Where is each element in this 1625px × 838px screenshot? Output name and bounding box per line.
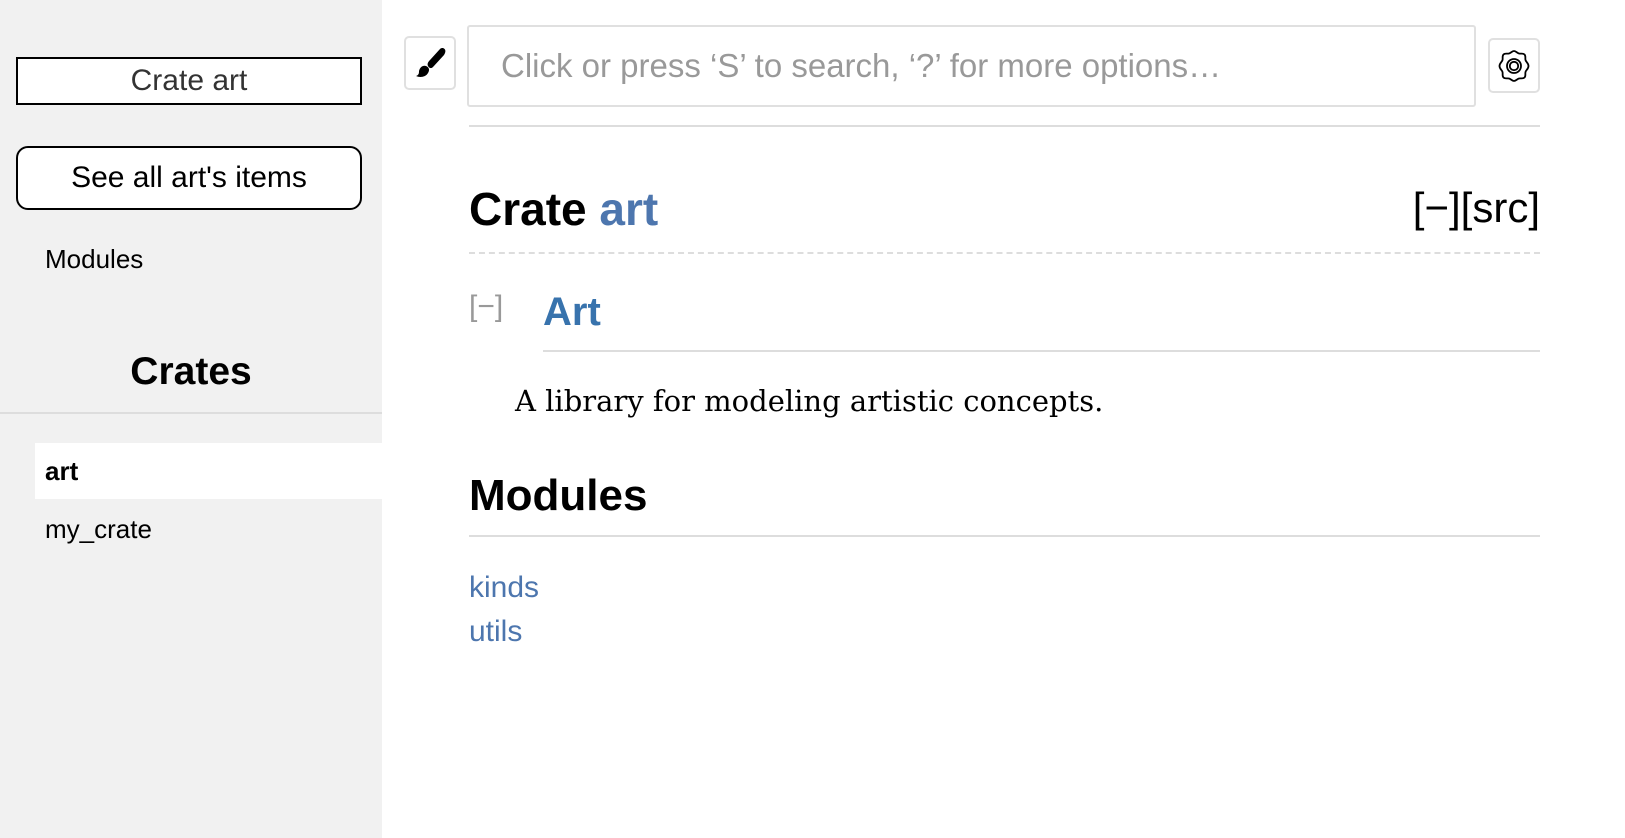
title-divider [469,252,1540,254]
module-link-kinds[interactable]: kinds [469,571,539,605]
crates-divider [0,412,382,414]
title-crate-name[interactable]: art [599,183,658,235]
gear-icon [1498,49,1530,82]
sidebar: Crate art See all art's items Modules Cr… [0,0,382,838]
src-link[interactable]: [src] [1461,184,1540,231]
page-title: Crate art [469,182,658,236]
title-prefix: Crate [469,183,600,235]
sidebar-crate-my-crate[interactable]: my_crate [35,501,382,557]
crate-description: A library for modeling artistic concepts… [515,384,1104,418]
doc-heading-divider [543,350,1540,352]
search-divider [469,125,1540,127]
search-input[interactable] [467,25,1476,107]
settings-button[interactable] [1488,38,1540,93]
sidebar-item-modules[interactable]: Modules [45,244,143,275]
title-actions: [−][src] [1413,184,1540,232]
modules-divider [469,535,1540,537]
module-link-utils[interactable]: utils [469,615,522,649]
theme-picker-button[interactable] [404,36,456,90]
crates-heading: Crates [130,350,252,393]
crate-title-link[interactable]: Crate art [16,57,362,105]
sidebar-crate-art[interactable]: art [35,443,382,499]
doc-heading-art[interactable]: Art [543,290,601,335]
collapse-all-toggle[interactable]: [−] [1413,184,1461,231]
paintbrush-icon [416,48,446,77]
modules-heading: Modules [469,471,648,520]
see-all-items-button[interactable]: See all art's items [16,146,362,210]
doc-collapse-toggle[interactable]: [−] [469,290,503,324]
